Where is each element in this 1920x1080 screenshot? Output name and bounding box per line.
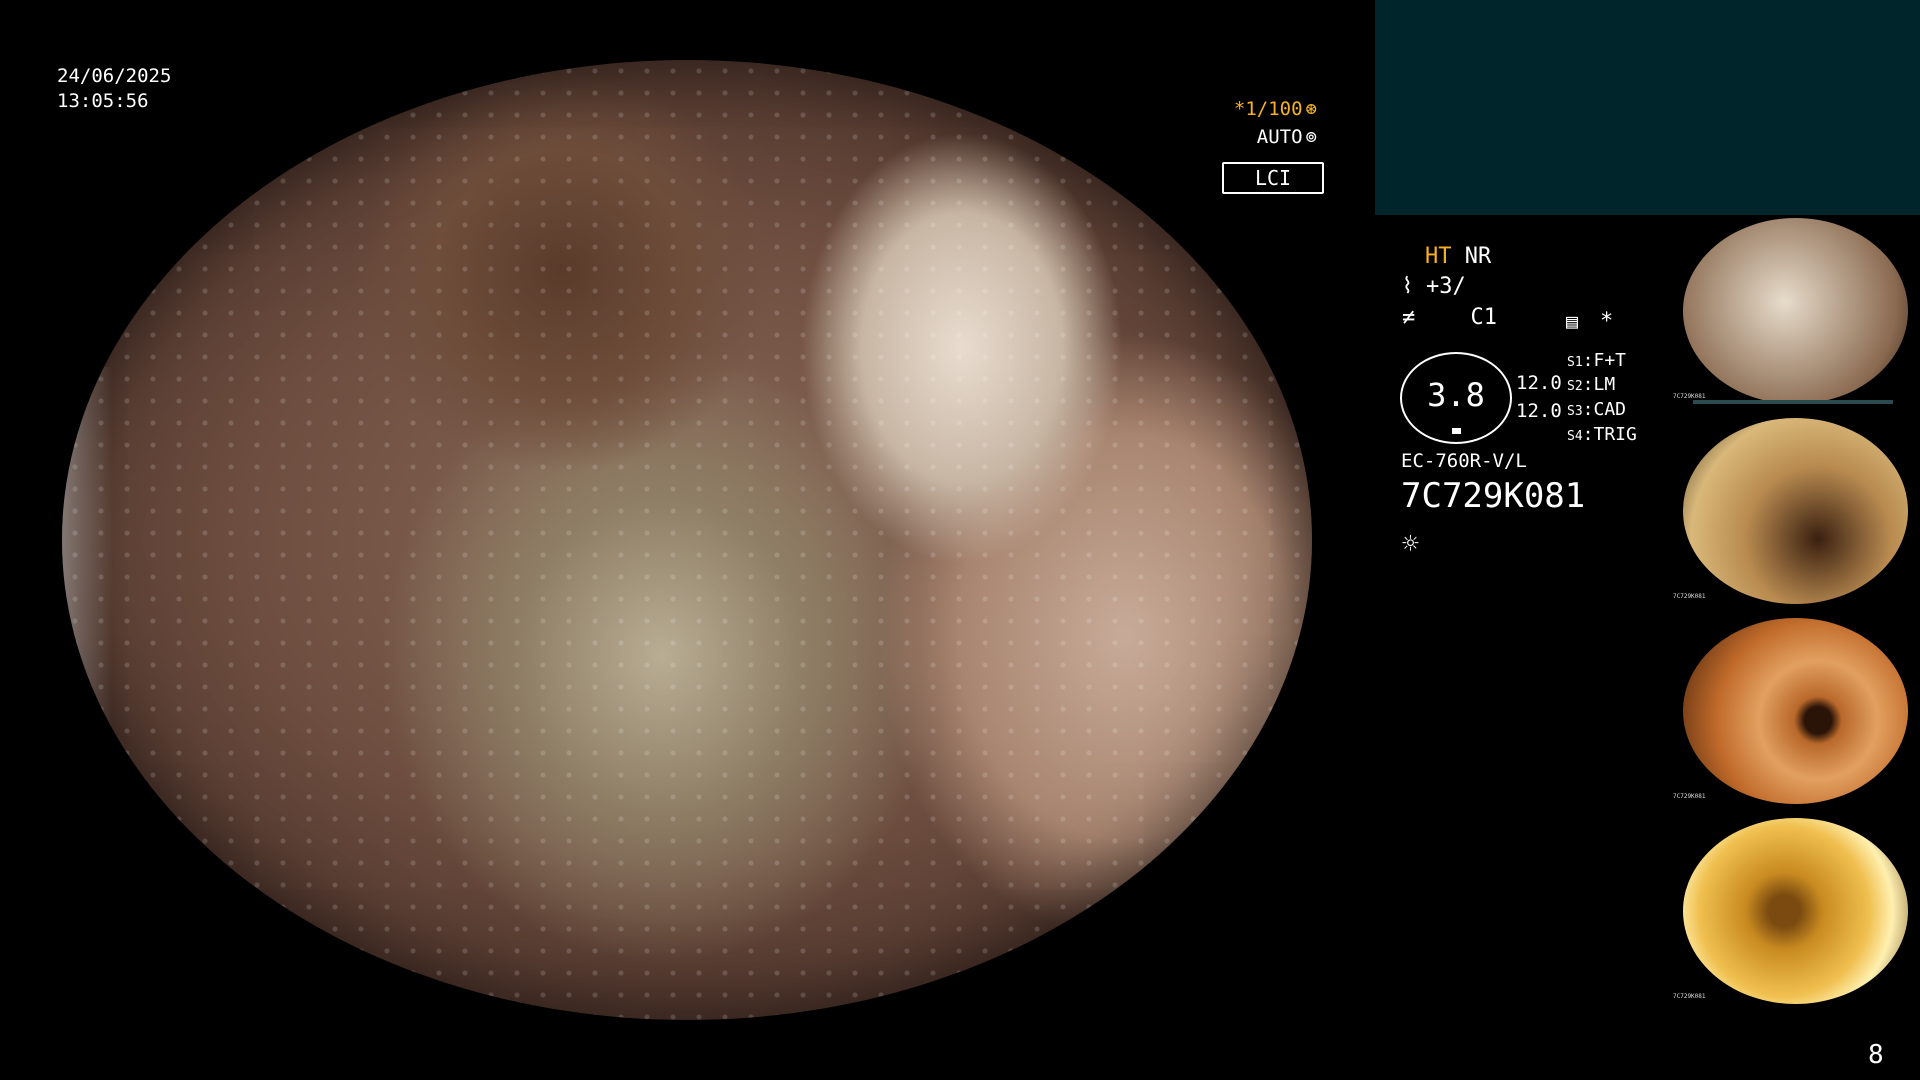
ht-label: HT: [1425, 244, 1452, 269]
aperture-icon: ⊚: [1305, 126, 1317, 148]
asterisk-icon: *: [1600, 309, 1614, 334]
setting-s4: S4:TRIG: [1567, 424, 1637, 445]
thumbnail-label: 7C729K081: [1673, 793, 1706, 800]
s3-key: S3: [1567, 404, 1583, 419]
date-text: 24/06/2025: [57, 65, 172, 87]
thumbnail-image: [1683, 818, 1908, 1004]
auto-indicator: AUTO ⊚: [1257, 126, 1317, 148]
thumbnail-label: 7C729K081: [1673, 393, 1706, 400]
setting-s3: S3:CAD: [1567, 399, 1626, 420]
setting-s2: S2:LM: [1567, 374, 1615, 395]
shutter-indicator: *1/100 ⊛: [1234, 98, 1317, 120]
thumbnail-label: 7C729K081: [1673, 593, 1706, 600]
gauge-marker: [1452, 428, 1461, 434]
color-value: C1: [1470, 305, 1498, 330]
lci-mode-badge: LCI: [1222, 162, 1324, 194]
s1-key: S1: [1567, 355, 1583, 370]
s3-val: :CAD: [1582, 399, 1627, 420]
thumbnail-label: 7C729K081: [1673, 993, 1706, 1000]
scope-model: EC-760R-V/L: [1401, 450, 1527, 472]
s4-key: S4: [1567, 429, 1583, 444]
color-row: ≠ C1: [1402, 305, 1497, 330]
thumbnail-image: [1683, 218, 1908, 404]
time-text: 13:05:56: [57, 90, 149, 112]
thumbnail-1[interactable]: 7C729K081: [1673, 218, 1918, 404]
scope-serial: 7C729K081: [1401, 476, 1586, 516]
ht-nr-row: HT NR: [1425, 244, 1491, 269]
gauge-num-1: 12.0: [1516, 372, 1562, 394]
thumbnail-4[interactable]: 7C729K081: [1673, 818, 1918, 1004]
thumbnail-image: [1683, 618, 1908, 804]
endoscope-view: [62, 60, 1312, 1020]
shutter-text: *1/100: [1233, 98, 1303, 120]
color-icon: ≠: [1402, 305, 1416, 330]
info-header-panel: [1375, 0, 1920, 215]
setting-s1: S1:F+T: [1567, 350, 1626, 371]
gauge-value: 3.8: [1427, 376, 1485, 414]
s2-val: :LM: [1582, 374, 1616, 395]
thumbnail-2[interactable]: 7C729K081: [1673, 418, 1918, 604]
auto-text: AUTO: [1256, 126, 1303, 148]
gauge-num-2: 12.0: [1516, 400, 1562, 422]
datetime: 24/06/2025 13:05:56: [57, 64, 171, 114]
page-number: 8: [1868, 1040, 1884, 1070]
thumbnail-3[interactable]: 7C729K081: [1673, 618, 1918, 804]
structure-row: ⌇ +3/: [1402, 274, 1466, 299]
gauge: 3.8: [1400, 352, 1512, 444]
document-icon: ▤: [1566, 309, 1579, 333]
structure-icon: ⌇: [1402, 274, 1413, 299]
light-glare: [62, 367, 112, 752]
s1-val: :F+T: [1582, 350, 1627, 371]
structure-value: +3/: [1426, 274, 1466, 299]
nr-label: NR: [1464, 244, 1492, 269]
iris-icon: ⊛: [1305, 98, 1317, 120]
thumbnail-bar: [1693, 400, 1893, 404]
s4-val: :TRIG: [1582, 424, 1637, 445]
s2-key: S2: [1567, 379, 1583, 394]
thumbnail-image: [1683, 418, 1908, 604]
bubble-texture: [62, 60, 1312, 1020]
brightness-icon: ☼: [1402, 527, 1419, 560]
